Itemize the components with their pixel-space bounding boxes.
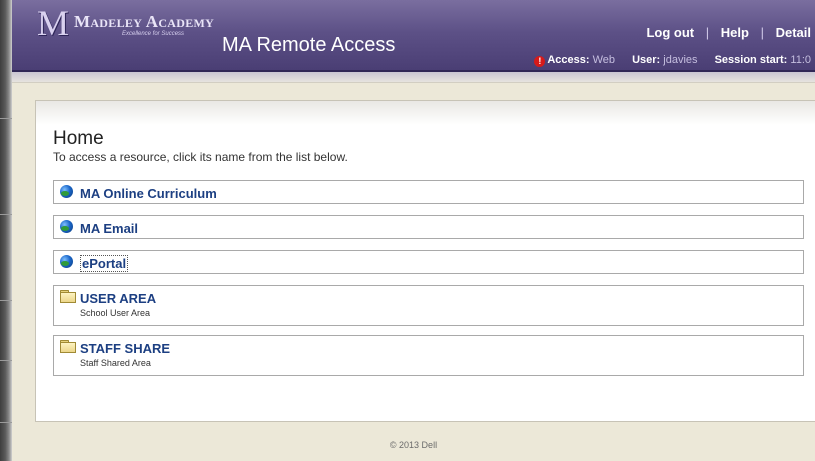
link-separator: | (705, 25, 710, 40)
academy-logo[interactable]: M Madeley Academy Excellence for Success (34, 3, 224, 44)
resource-item[interactable]: ePortal (53, 250, 804, 274)
resource-description: Staff Shared Area (80, 358, 151, 368)
user-value: jdavies (663, 54, 698, 66)
logo-tagline: Excellence for Success (122, 31, 185, 37)
resource-link[interactable]: MA Online Curriculum (80, 186, 217, 201)
session-status: ! Access: Web User: jdavies Session start… (534, 54, 811, 67)
resource-link[interactable]: USER AREA (80, 291, 156, 306)
page-instructions: To access a resource, click its name fro… (53, 150, 348, 164)
resource-link[interactable]: STAFF SHARE (80, 341, 170, 356)
session-value: 11:0 (790, 54, 811, 66)
details-link[interactable]: Detail (776, 25, 811, 40)
logout-link[interactable]: Log out (646, 25, 694, 40)
user-status: User: jdavies (632, 54, 701, 66)
globe-icon (60, 220, 73, 233)
window-edge (0, 0, 12, 461)
access-label: Access: (547, 54, 590, 66)
globe-icon (60, 255, 73, 268)
globe-icon (60, 185, 73, 198)
resource-description: School User Area (80, 308, 151, 318)
session-label: Session start: (714, 54, 788, 66)
app-title: MA Remote Access (222, 34, 396, 56)
help-link[interactable]: Help (721, 25, 749, 40)
resource-link[interactable]: MA Email (80, 221, 138, 236)
page-title: Home (53, 128, 104, 149)
resource-item[interactable]: MA Online Curriculum (53, 180, 804, 204)
session-start: Session start: 11:0 (715, 54, 811, 66)
access-status: ! Access: Web (534, 54, 618, 67)
panel-top-gradient (36, 101, 815, 125)
folder-icon (60, 340, 76, 353)
resource-link[interactable]: ePortal (80, 255, 129, 272)
warning-icon: ! (534, 56, 546, 67)
link-separator: | (760, 25, 764, 40)
access-value: Web (592, 54, 616, 66)
resource-item[interactable]: STAFF SHARE Staff Shared Area (53, 335, 804, 376)
logo-name: Madeley Academy (74, 12, 215, 31)
footer-copyright: © 2013 Dell (389, 440, 438, 450)
app-header: M Madeley Academy Excellence for Success… (12, 0, 815, 72)
resource-item[interactable]: USER AREA School User Area (53, 285, 804, 326)
top-links: Log out | Help | Detail (646, 25, 811, 40)
content-panel: Home To access a resource, click its nam… (35, 100, 815, 422)
user-label: User: (632, 54, 661, 66)
header-band (12, 72, 815, 83)
resource-item[interactable]: MA Email (53, 215, 804, 239)
folder-icon (60, 290, 76, 303)
logo-mark: M (36, 3, 69, 43)
